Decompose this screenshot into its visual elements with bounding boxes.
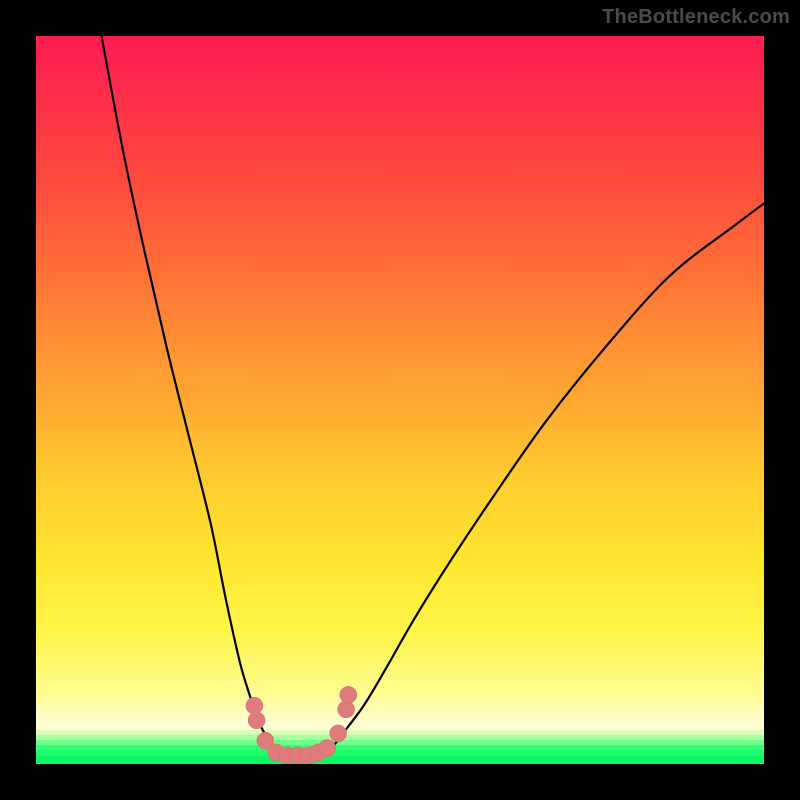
curve-svg <box>36 36 764 764</box>
chart-frame: TheBottleneck.com <box>0 0 800 800</box>
data-marker <box>330 725 347 742</box>
watermark-text: TheBottleneck.com <box>602 6 790 29</box>
data-marker <box>246 697 263 714</box>
data-marker <box>319 739 336 756</box>
plot-area <box>36 36 764 764</box>
curve-left-branch <box>102 36 273 749</box>
data-marker <box>248 712 265 729</box>
bottom-marker-cluster <box>246 686 357 763</box>
data-marker <box>340 686 357 703</box>
data-marker <box>338 701 355 718</box>
curve-right-branch <box>331 203 764 749</box>
